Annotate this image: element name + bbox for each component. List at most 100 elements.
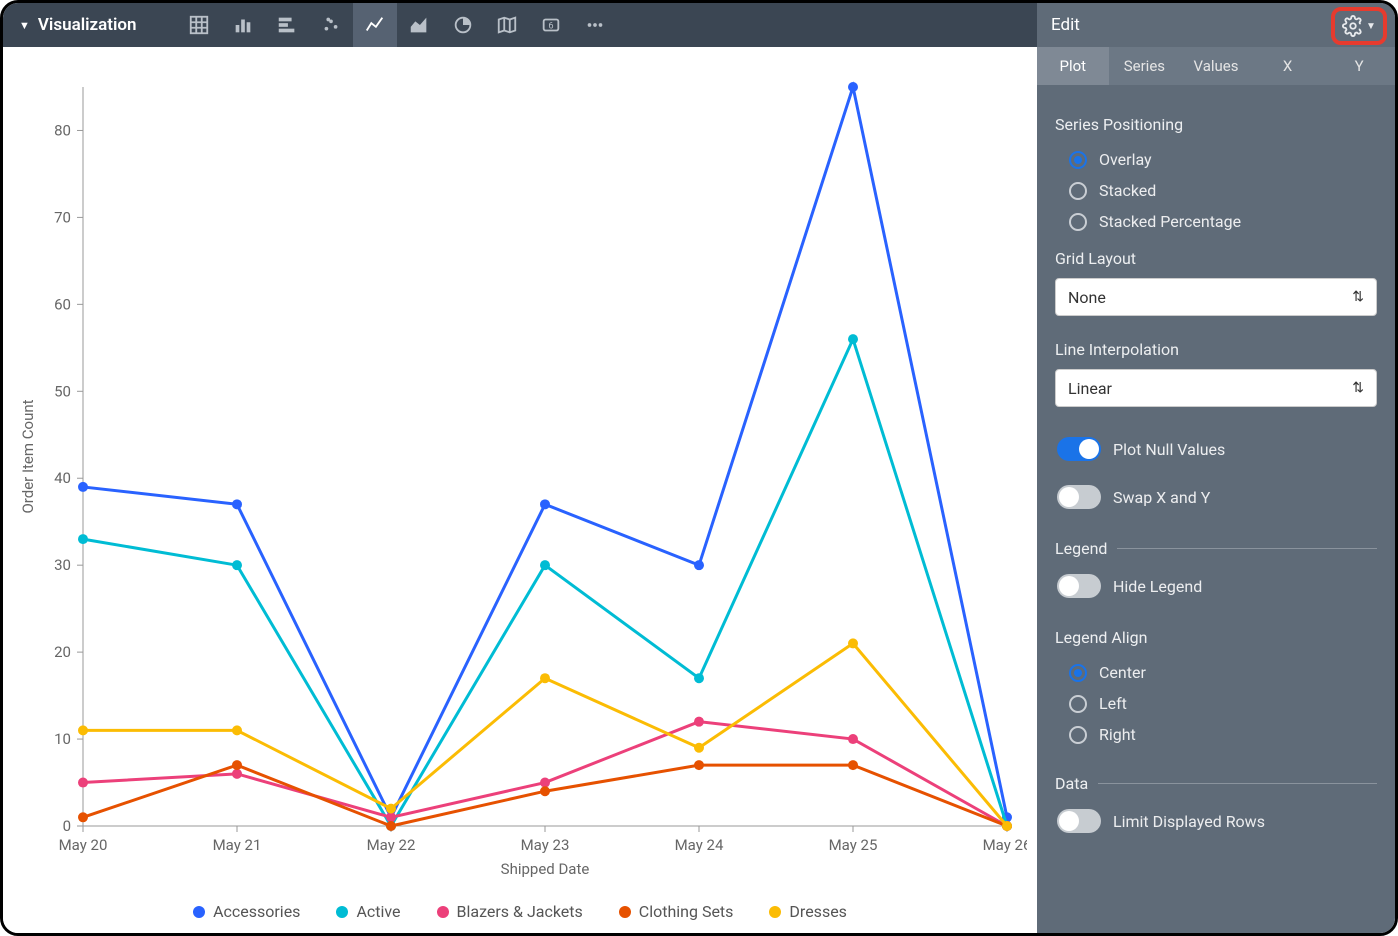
select-chevron-icon: ⇅: [1352, 289, 1364, 305]
data-point[interactable]: [694, 717, 704, 727]
single-value-icon: 6: [540, 14, 562, 36]
single-value-button[interactable]: 6: [529, 3, 573, 47]
series-positioning-option[interactable]: Stacked: [1055, 175, 1377, 206]
hide-legend-toggle[interactable]: [1057, 574, 1101, 598]
data-point[interactable]: [78, 725, 88, 735]
legend-align-option[interactable]: Center: [1055, 657, 1377, 688]
data-point[interactable]: [540, 786, 550, 796]
data-point[interactable]: [78, 812, 88, 822]
legend-item[interactable]: Blazers & Jackets: [437, 902, 583, 921]
scatter-chart-button[interactable]: [309, 3, 353, 47]
legend-align-option[interactable]: Left: [1055, 688, 1377, 719]
data-point[interactable]: [1002, 821, 1012, 831]
data-point[interactable]: [78, 534, 88, 544]
column-chart-icon: [232, 14, 254, 36]
svg-text:May 26: May 26: [983, 836, 1027, 854]
svg-text:30: 30: [54, 556, 71, 574]
legend-item[interactable]: Clothing Sets: [619, 902, 734, 921]
svg-text:60: 60: [54, 295, 71, 313]
pie-chart-button[interactable]: [441, 3, 485, 47]
map-chart-icon: [496, 14, 518, 36]
legend-item[interactable]: Accessories: [193, 902, 300, 921]
tab-y[interactable]: Y: [1323, 47, 1395, 85]
data-point[interactable]: [848, 760, 858, 770]
line-chart[interactable]: 01020304050607080May 20May 21May 22May 2…: [13, 65, 1027, 888]
data-point[interactable]: [540, 778, 550, 788]
visualization-title[interactable]: ▼ Visualization: [19, 15, 137, 35]
area-chart-icon: [408, 14, 430, 36]
legend-section-title: Legend: [1055, 539, 1377, 558]
data-point[interactable]: [540, 499, 550, 509]
scatter-chart-icon: [320, 14, 342, 36]
swap-xy-toggle[interactable]: [1057, 485, 1101, 509]
legend-dot-icon: [619, 906, 631, 918]
chart-area: 01020304050607080May 20May 21May 22May 2…: [3, 47, 1037, 933]
data-point[interactable]: [386, 804, 396, 814]
edit-side-panel: PlotSeriesValuesXY Series Positioning Ov…: [1037, 47, 1395, 933]
tab-series[interactable]: Series: [1109, 47, 1181, 85]
series-line[interactable]: [83, 87, 1007, 817]
data-point[interactable]: [848, 334, 858, 344]
series-positioning-option[interactable]: Overlay: [1055, 144, 1377, 175]
series-positioning-title: Series Positioning: [1055, 115, 1377, 134]
svg-text:May 22: May 22: [367, 836, 416, 854]
line-interpolation-select[interactable]: Linear ⇅: [1055, 369, 1377, 407]
data-point[interactable]: [694, 673, 704, 683]
radio-icon: [1069, 182, 1087, 200]
more-button[interactable]: [573, 3, 617, 47]
legend-label: Accessories: [213, 902, 300, 921]
table-button[interactable]: [177, 3, 221, 47]
radio-icon: [1069, 726, 1087, 744]
chart-legend: Accessories Active Blazers & Jackets Clothi…: [13, 888, 1027, 927]
bar-chart-button[interactable]: [265, 3, 309, 47]
svg-text:6: 6: [548, 22, 553, 32]
legend-item[interactable]: Dresses: [769, 902, 847, 921]
swap-xy-label: Swap X and Y: [1113, 488, 1210, 507]
data-point[interactable]: [694, 560, 704, 570]
grid-layout-select[interactable]: None ⇅: [1055, 278, 1377, 316]
limit-rows-toggle[interactable]: [1057, 809, 1101, 833]
data-point[interactable]: [78, 482, 88, 492]
svg-text:Order Item Count: Order Item Count: [19, 399, 37, 513]
table-icon: [188, 14, 210, 36]
edit-label: Edit: [1051, 15, 1080, 35]
line-chart-button[interactable]: [353, 3, 397, 47]
tab-values[interactable]: Values: [1180, 47, 1252, 85]
data-point[interactable]: [232, 769, 242, 779]
legend-align-title: Legend Align: [1055, 628, 1377, 647]
legend-dot-icon: [336, 906, 348, 918]
data-point[interactable]: [848, 638, 858, 648]
data-point[interactable]: [540, 560, 550, 570]
column-chart-button[interactable]: [221, 3, 265, 47]
grid-layout-value: None: [1068, 288, 1106, 307]
edit-header: Edit ▼: [1037, 3, 1395, 47]
data-point[interactable]: [540, 673, 550, 683]
map-chart-button[interactable]: [485, 3, 529, 47]
series-positioning-option[interactable]: Stacked Percentage: [1055, 206, 1377, 237]
series-line[interactable]: [83, 643, 1007, 826]
collapse-icon: ▼: [19, 19, 30, 32]
svg-text:May 23: May 23: [521, 836, 570, 854]
legend-item[interactable]: Active: [336, 902, 400, 921]
data-point[interactable]: [386, 812, 396, 822]
series-line[interactable]: [83, 722, 1007, 826]
data-point[interactable]: [386, 821, 396, 831]
data-point[interactable]: [78, 778, 88, 788]
area-chart-button[interactable]: [397, 3, 441, 47]
data-point[interactable]: [694, 743, 704, 753]
data-point[interactable]: [232, 560, 242, 570]
series-line[interactable]: [83, 339, 1007, 826]
settings-gear-button[interactable]: ▼: [1331, 7, 1387, 45]
data-point[interactable]: [848, 82, 858, 92]
plot-null-toggle[interactable]: [1057, 437, 1101, 461]
tab-plot[interactable]: Plot: [1037, 47, 1109, 85]
data-point[interactable]: [694, 760, 704, 770]
radio-icon: [1069, 664, 1087, 682]
data-point[interactable]: [848, 734, 858, 744]
data-point[interactable]: [232, 725, 242, 735]
legend-align-option[interactable]: Right: [1055, 719, 1377, 750]
tab-x[interactable]: X: [1252, 47, 1324, 85]
data-point[interactable]: [232, 499, 242, 509]
svg-text:70: 70: [54, 208, 71, 226]
data-point[interactable]: [232, 760, 242, 770]
